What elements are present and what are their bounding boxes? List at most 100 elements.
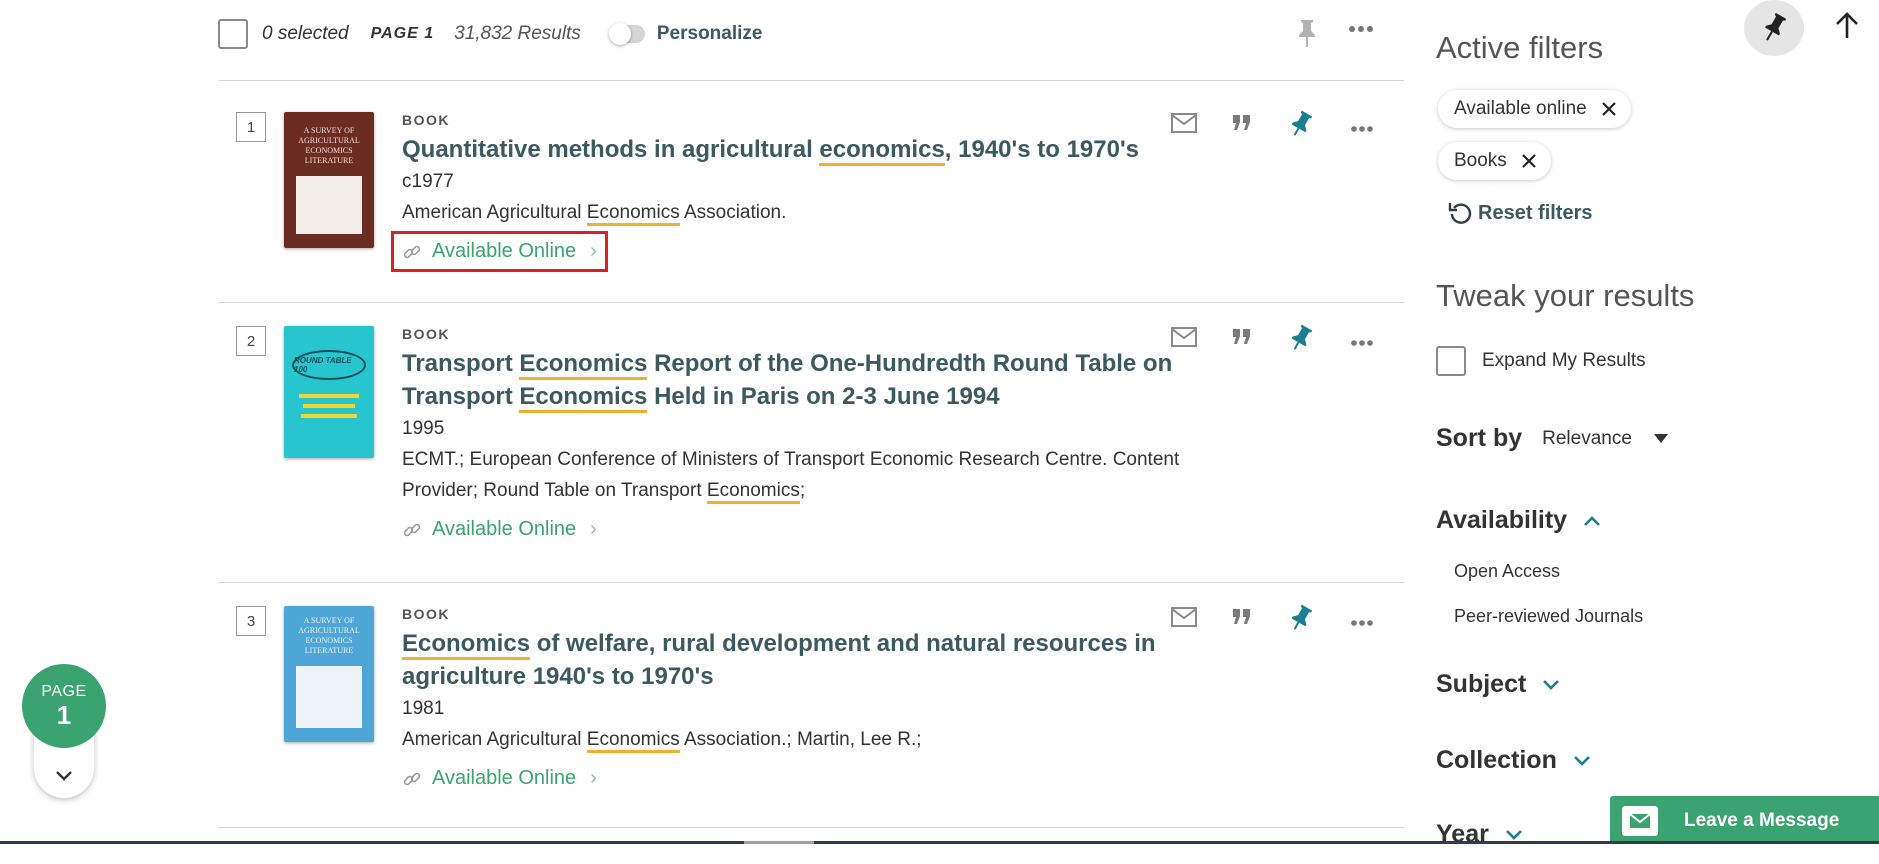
- availability-label: Available Online: [432, 767, 577, 789]
- expand-results-option[interactable]: Expand My Results: [1436, 346, 1646, 376]
- result-number: 2: [236, 326, 266, 356]
- book-cover[interactable]: ROUND TABLE 100: [284, 326, 374, 458]
- selected-count: 0 selected: [262, 23, 349, 44]
- cover-label: [296, 666, 362, 728]
- cover-stripe: [303, 404, 355, 408]
- toggle-knob: [608, 23, 631, 45]
- sort-select[interactable]: Relevance: [1542, 428, 1632, 450]
- available-online-link[interactable]: Available Online ›: [394, 512, 605, 547]
- result-creator: American Agricultural Economics Associat…: [402, 724, 1262, 755]
- result-item: 2 ROUND TABLE 100 BOOK Transport Economi…: [218, 324, 1404, 576]
- chevron-right-icon: ›: [590, 767, 597, 789]
- scrollbar-thumb[interactable]: [744, 841, 814, 844]
- facet-availability[interactable]: Availability: [1436, 506, 1601, 535]
- personalize-label[interactable]: Personalize: [657, 23, 763, 45]
- available-online-link[interactable]: Available Online ›: [394, 761, 605, 796]
- material-type: BOOK: [402, 112, 450, 128]
- result-creator: American Agricultural Economics Associat…: [402, 197, 1262, 228]
- page-badge-label: PAGE: [41, 683, 87, 700]
- result-title[interactable]: Economics of welfare, rural development …: [402, 627, 1262, 693]
- email-icon[interactable]: [1170, 606, 1198, 633]
- pinned-icon[interactable]: [1288, 110, 1314, 143]
- citation-icon[interactable]: [1232, 114, 1252, 137]
- chevron-down-icon: [1573, 755, 1590, 766]
- more-options-icon[interactable]: [1350, 614, 1374, 632]
- link-icon: [403, 245, 421, 258]
- availability-label: Available Online: [432, 240, 577, 262]
- result-date: c1977: [402, 171, 454, 192]
- available-online-link[interactable]: Available Online ›: [391, 231, 608, 272]
- cover-stripe: [301, 414, 357, 418]
- facet-option[interactable]: Open Access: [1454, 561, 1560, 582]
- citation-icon[interactable]: [1232, 608, 1252, 631]
- tweak-results-title: Tweak your results: [1436, 278, 1695, 313]
- result-title[interactable]: Transport Economics Report of the One-Hu…: [402, 347, 1262, 413]
- cover-label: [296, 176, 362, 234]
- page-badge: PAGE 1: [22, 664, 106, 748]
- citation-icon[interactable]: [1232, 328, 1252, 351]
- filter-chip-label: Available online: [1454, 98, 1587, 119]
- personalize-toggle[interactable]: [608, 23, 645, 45]
- email-icon[interactable]: [1170, 112, 1198, 139]
- facet-option[interactable]: Peer-reviewed Journals: [1454, 606, 1643, 627]
- pin-icon[interactable]: [1296, 18, 1318, 53]
- link-icon: [403, 523, 421, 536]
- back-to-top-icon[interactable]: [1834, 10, 1860, 45]
- book-cover[interactable]: A SURVEY OF AGRICULTURAL ECONOMICS LITER…: [284, 112, 374, 248]
- leave-message-button[interactable]: Leave a Message: [1610, 796, 1879, 846]
- cover-title: A SURVEY OF AGRICULTURAL ECONOMICS LITER…: [298, 616, 360, 655]
- close-icon[interactable]: [1521, 153, 1537, 169]
- chevron-down-icon: [1505, 829, 1522, 840]
- availability-label: Available Online: [432, 518, 577, 540]
- divider: [218, 582, 1404, 583]
- more-options-icon[interactable]: [1348, 20, 1374, 38]
- divider: [218, 827, 1404, 828]
- results-count: 31,832 Results: [454, 23, 581, 44]
- result-creator: ECMT.; European Conference of Ministers …: [402, 444, 1262, 506]
- result-number: 3: [236, 606, 266, 636]
- page-indicator: PAGE 1: [22, 664, 106, 798]
- more-options-icon[interactable]: [1350, 120, 1374, 138]
- email-icon[interactable]: [1170, 326, 1198, 353]
- reset-filters-label: Reset filters: [1478, 201, 1593, 224]
- facet-collection[interactable]: Collection: [1436, 746, 1591, 775]
- envelope-icon: [1622, 806, 1658, 836]
- facet-subject[interactable]: Subject: [1436, 670, 1560, 699]
- pinned-items-button[interactable]: [1744, 0, 1804, 56]
- close-icon[interactable]: [1601, 101, 1617, 117]
- more-options-icon[interactable]: [1350, 334, 1374, 352]
- result-date: 1995: [402, 418, 445, 439]
- expand-results-checkbox[interactable]: [1436, 346, 1466, 376]
- divider: [218, 80, 1404, 81]
- cover-title: A SURVEY OF AGRICULTURAL ECONOMICS LITER…: [298, 126, 360, 165]
- book-cover[interactable]: A SURVEY OF AGRICULTURAL ECONOMICS LITER…: [284, 606, 374, 742]
- filter-chip-label: Books: [1454, 150, 1507, 171]
- active-filters-title: Active filters: [1436, 30, 1604, 65]
- chevron-up-icon: [1584, 515, 1600, 526]
- leave-message-label: Leave a Message: [1684, 810, 1840, 831]
- horizontal-scrollbar[interactable]: [0, 841, 1879, 864]
- result-title[interactable]: Quantitative methods in agricultural eco…: [402, 133, 1262, 166]
- results-toolbar: 0 selected PAGE 1 31,832 Results Persona…: [218, 12, 1408, 56]
- reset-filters-button[interactable]: Reset filters: [1448, 200, 1593, 226]
- chevron-right-icon: ›: [590, 240, 597, 262]
- expand-results-label: Expand My Results: [1482, 350, 1646, 371]
- result-number: 1: [236, 112, 266, 142]
- result-item: 1 A SURVEY OF AGRICULTURAL ECONOMICS LIT…: [218, 110, 1404, 292]
- filters-sidebar: Active filters Available online Books Re…: [1436, 0, 1876, 864]
- facet-label: Availability: [1436, 506, 1568, 534]
- page-label: PAGE 1: [370, 25, 435, 42]
- result-item: 3 A SURVEY OF AGRICULTURAL ECONOMICS LIT…: [218, 604, 1404, 826]
- select-all-checkbox[interactable]: [218, 19, 248, 49]
- facet-label: Subject: [1436, 670, 1527, 698]
- material-type: BOOK: [402, 606, 450, 622]
- chevron-down-icon: [56, 771, 72, 781]
- chevron-right-icon: ›: [590, 518, 597, 540]
- pinned-icon[interactable]: [1288, 604, 1314, 637]
- pinned-icon[interactable]: [1288, 324, 1314, 357]
- reset-icon: [1448, 203, 1472, 224]
- cover-stripe: [299, 394, 359, 398]
- facet-label: Collection: [1436, 746, 1557, 774]
- dropdown-arrow-icon[interactable]: [1653, 434, 1668, 443]
- material-type: BOOK: [402, 326, 450, 342]
